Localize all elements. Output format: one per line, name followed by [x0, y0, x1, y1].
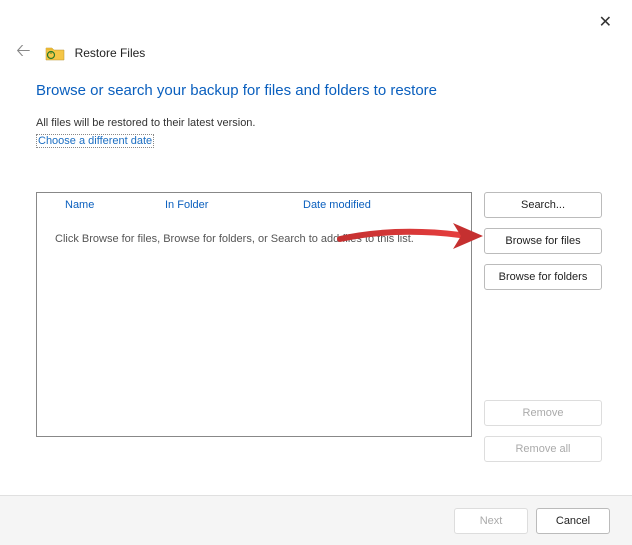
cancel-button[interactable]: Cancel [536, 508, 610, 534]
bottom-bar: Next Cancel [0, 495, 632, 545]
restore-version-text: All files will be restored to their late… [36, 117, 604, 129]
column-name[interactable]: Name [45, 199, 165, 211]
next-button: Next [454, 508, 528, 534]
close-button[interactable]: ✕ [591, 8, 620, 36]
page-heading: Browse or search your backup for files a… [36, 82, 604, 99]
remove-all-button: Remove all [484, 436, 602, 462]
back-arrow-icon[interactable]: 🡠 [12, 38, 35, 68]
side-button-panel: Search... Browse for files Browse for fo… [484, 192, 602, 462]
window-title: Restore Files [75, 46, 146, 60]
column-date[interactable]: Date modified [303, 199, 443, 211]
search-button[interactable]: Search... [484, 192, 602, 218]
list-empty-hint: Click Browse for files, Browse for folde… [37, 217, 471, 245]
remove-button: Remove [484, 400, 602, 426]
header: 🡠 Restore Files [12, 38, 145, 68]
list-header: Name In Folder Date modified [37, 193, 471, 217]
restore-folder-icon [45, 45, 65, 61]
file-list-box: Name In Folder Date modified Click Brows… [36, 192, 472, 437]
choose-date-link[interactable]: Choose a different date [36, 134, 154, 148]
column-folder[interactable]: In Folder [165, 199, 303, 211]
browse-folders-button[interactable]: Browse for folders [484, 264, 602, 290]
browse-files-button[interactable]: Browse for files [484, 228, 602, 254]
